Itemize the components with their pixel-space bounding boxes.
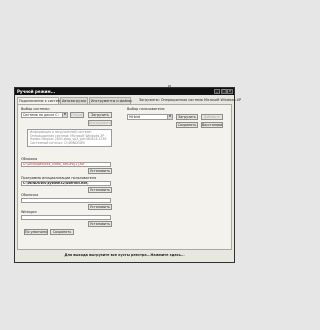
user-select-label: Выбор пользователя: <box>127 107 166 111</box>
system-tools-button[interactable]: Инструменты <box>88 120 112 126</box>
user-select[interactable]: Hirbird ▼ <box>127 114 173 120</box>
window-title: Ручной режим... <box>15 88 234 95</box>
userinit-set-button[interactable]: Установить <box>88 187 112 193</box>
shell-input[interactable] <box>21 198 111 203</box>
winlogon-set-button[interactable]: Установить <box>88 221 112 227</box>
chevron-down-icon: ▼ <box>167 115 172 119</box>
chevron-down-icon: ▼ <box>62 113 67 117</box>
system-info-box: Информация о загруженной системе: Операц… <box>27 129 112 147</box>
wallpaper-set-button[interactable]: Установить <box>88 168 112 174</box>
system-load-button[interactable]: Загрузить <box>88 112 112 118</box>
tab-tools-files[interactable]: Инструменты и файлы <box>89 97 132 104</box>
winlogon-label: Winlogon <box>21 210 37 214</box>
user-load-button[interactable]: Загрузить <box>176 114 198 120</box>
userinit-input[interactable]: C:\WINDOWS\system32\userinit.exe, <box>21 181 111 186</box>
user-restore-button[interactable]: Восстановить <box>201 122 223 128</box>
shell-label: Оболочка <box>21 193 39 197</box>
minimize-button[interactable]: _ <box>214 89 220 94</box>
tab-autorun[interactable]: Автозагрузка <box>60 97 88 104</box>
wallpaper-input[interactable]: D:\Dir\Видео\xxx_video_386.avi[1].avi <box>21 162 111 167</box>
close-button[interactable]: × <box>227 89 233 94</box>
system-select-value: Система на диске C: <box>23 113 59 117</box>
loaded-system-label: Загружено: Операционная система Microsof… <box>139 98 242 102</box>
system-open-button[interactable]: Открыть <box>70 112 84 118</box>
manual-mode-window: Ручной режим... _ □ × Загружено: Операци… <box>14 87 241 263</box>
userinit-label: Программа инициализации пользователя <box>21 176 96 180</box>
exit-hint-link[interactable]: Для выхода выгрузите все кусты реестра..… <box>15 252 234 258</box>
user-add-button[interactable]: Добавить <box>201 114 223 120</box>
winlogon-input[interactable] <box>21 215 111 220</box>
user-save-button[interactable]: Сохранить <box>176 122 198 128</box>
wallpaper-label: Обложка <box>21 157 38 161</box>
shell-set-button[interactable]: Установить <box>88 204 112 210</box>
connection-panel: Выбор системы: Система на диске C: ▼ Отк… <box>17 104 232 250</box>
fields-save-button[interactable]: Сохранить <box>50 229 74 235</box>
default-button[interactable]: По умолчанию <box>24 229 48 235</box>
system-info-line: Системный каталог: D:\WINDOWS <box>30 140 85 145</box>
system-select[interactable]: Система на диске C: ▼ <box>21 112 68 118</box>
system-select-label: Выбор системы: <box>21 107 50 111</box>
user-select-value: Hirbird <box>129 115 141 119</box>
